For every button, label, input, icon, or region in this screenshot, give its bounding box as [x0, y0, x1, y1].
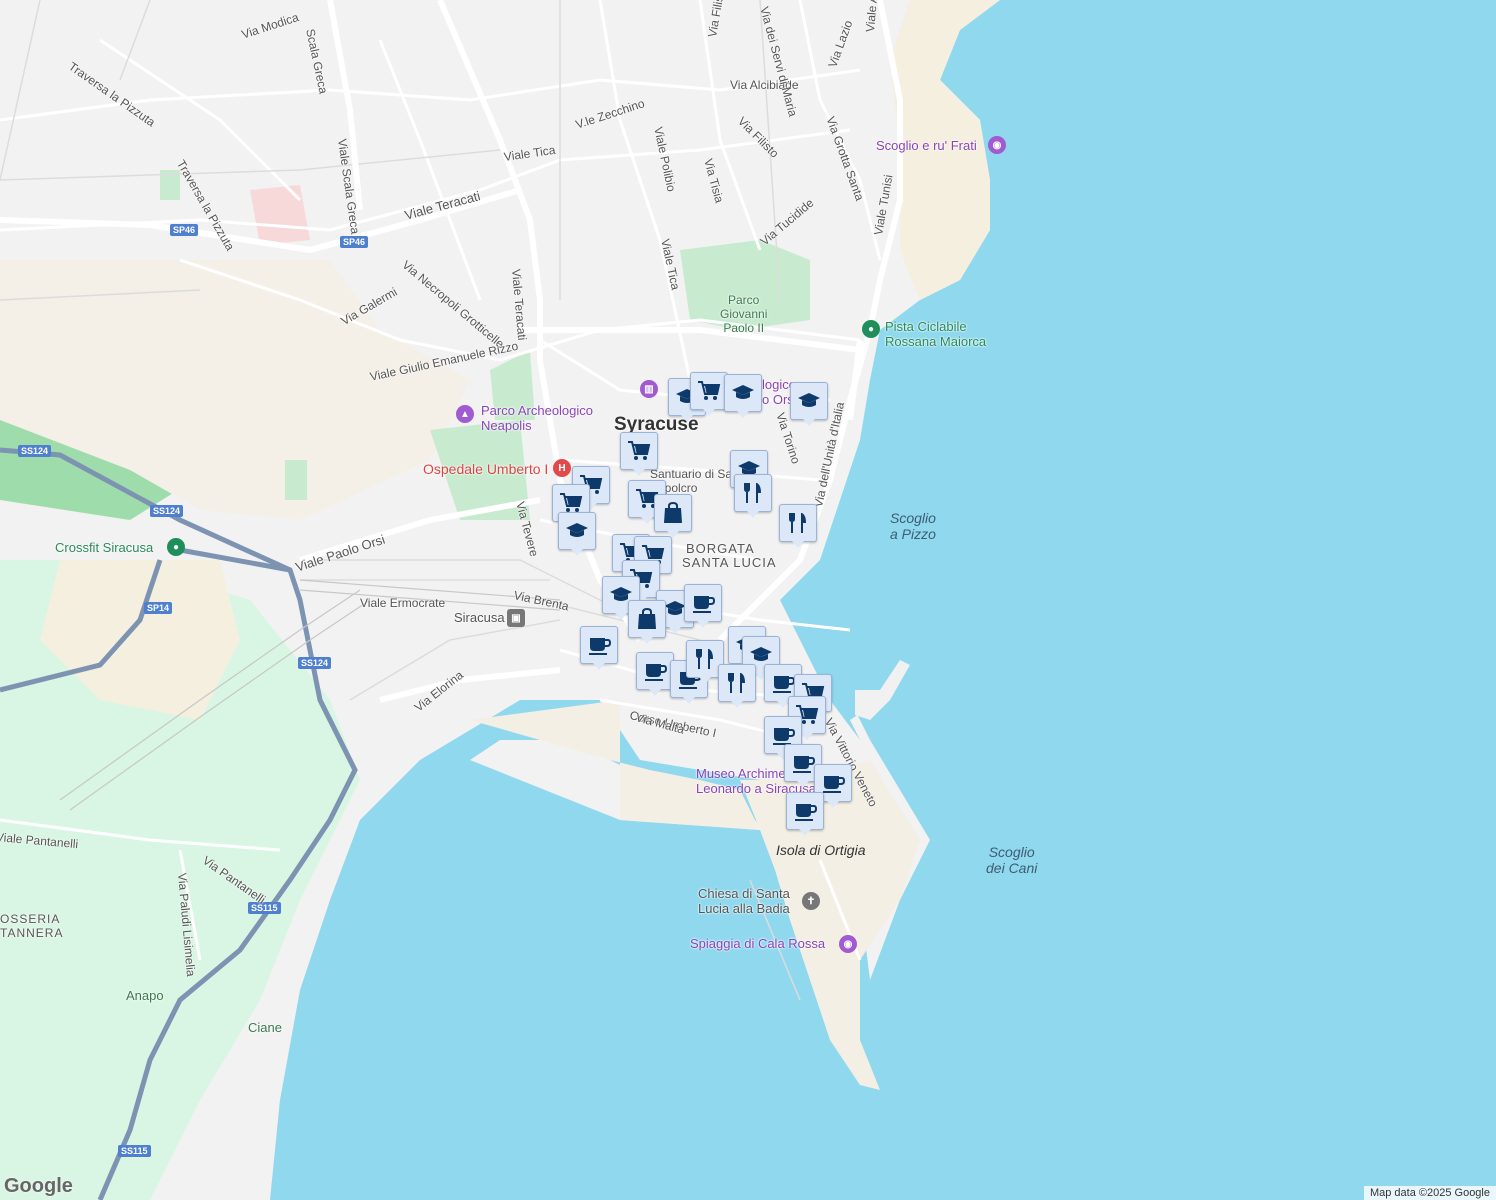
camera-icon[interactable]: ◉: [839, 935, 857, 953]
shopping-cart-icon: [698, 381, 721, 400]
road-shield: SS124: [298, 657, 332, 669]
google-logo: Google: [4, 1175, 73, 1197]
marker-restaurant[interactable]: [718, 664, 756, 708]
road-shield: SS124: [150, 505, 184, 517]
poi-scoglio-frati[interactable]: Scoglio e ru' Frati: [876, 138, 977, 153]
restaurant-icon: [744, 483, 761, 503]
gym-icon[interactable]: ●: [167, 538, 185, 556]
church-icon[interactable]: ✝: [802, 892, 820, 910]
marker-education[interactable]: [724, 374, 762, 418]
poi-rosseria[interactable]: OSSERIA TANNERA: [0, 912, 63, 940]
education-icon: [566, 523, 588, 537]
road-shield: SS115: [248, 902, 281, 914]
road-shield: SP14: [144, 602, 173, 614]
coffee-icon: [795, 804, 817, 821]
park-icon[interactable]: ●: [862, 320, 880, 338]
poi-parco-giovanni[interactable]: Parco Giovanni Paolo II: [720, 293, 767, 335]
poi-spiaggia[interactable]: Spiaggia di Cala Rossa: [690, 936, 825, 951]
road-shield: SS115: [118, 1145, 151, 1157]
marker-restaurant[interactable]: [779, 504, 817, 548]
district-label: SANTA LUCIA: [682, 555, 777, 570]
museum-icon[interactable]: ▥: [640, 380, 658, 398]
marker-shopping-bag[interactable]: [654, 494, 692, 538]
education-icon: [798, 393, 820, 407]
marker-education[interactable]: [558, 512, 596, 556]
poi-station[interactable]: Siracusa: [454, 610, 505, 625]
street-label: Viale Ermocrate: [360, 596, 446, 610]
coffee-icon: [693, 596, 715, 613]
poi-chiesa[interactable]: Chiesa di Santa Lucia alla Badia: [698, 886, 790, 916]
marker-restaurant[interactable]: [734, 474, 772, 518]
map-canvas[interactable]: SP46 SP46 SS124 SS124 SP14 SS124 SS115 S…: [0, 0, 1496, 1200]
map-base-layer: [0, 0, 1496, 1200]
poi-pista-ciclabile[interactable]: Pista Ciclabile Rossana Maiorca: [885, 319, 986, 349]
island-label: Isola di Ortigia: [776, 842, 866, 858]
monument-icon[interactable]: ▲: [456, 405, 474, 423]
river-label: Ciane: [248, 1020, 282, 1035]
poi-parco-neapolis[interactable]: Parco Archeologico Neapolis: [481, 403, 593, 433]
water-label: Scoglio dei Cani: [986, 844, 1038, 876]
road-shield: SP46: [340, 236, 369, 248]
hospital-icon[interactable]: H: [553, 459, 571, 477]
train-icon[interactable]: ▣: [507, 609, 525, 627]
shopping-bag-icon: [664, 501, 682, 523]
marker-coffee[interactable]: [636, 652, 674, 696]
poi-ospedale[interactable]: Ospedale Umberto I: [423, 461, 548, 477]
marker-education[interactable]: [790, 382, 828, 426]
camera-icon[interactable]: ◉: [988, 136, 1006, 154]
marker-shopping-bag[interactable]: [628, 600, 666, 644]
water-label: Scoglio a Pizzo: [890, 510, 936, 542]
coffee-icon: [773, 676, 795, 693]
coffee-icon: [823, 776, 845, 793]
restaurant-icon: [728, 673, 745, 693]
education-icon: [732, 385, 754, 399]
marker-shopping-cart[interactable]: [620, 432, 658, 476]
shopping-cart-icon: [628, 441, 651, 460]
map-attribution[interactable]: Map data ©2025 Google: [1363, 1186, 1496, 1200]
coffee-icon: [589, 638, 611, 655]
marker-coffee[interactable]: [786, 792, 824, 836]
marker-shopping-cart[interactable]: [690, 372, 728, 416]
restaurant-icon: [789, 513, 806, 533]
river-label: Anapo: [126, 988, 164, 1003]
district-label: BORGATA: [686, 541, 755, 556]
marker-coffee[interactable]: [684, 584, 722, 628]
restaurant-icon: [696, 649, 713, 669]
coffee-icon: [793, 756, 815, 773]
road-shield: SP46: [170, 224, 199, 236]
marker-coffee[interactable]: [580, 626, 618, 670]
poi-crossfit[interactable]: Crossfit Siracusa: [55, 540, 153, 555]
road-shield: SS124: [18, 445, 52, 457]
coffee-icon: [645, 664, 667, 681]
shopping-bag-icon: [638, 607, 656, 629]
